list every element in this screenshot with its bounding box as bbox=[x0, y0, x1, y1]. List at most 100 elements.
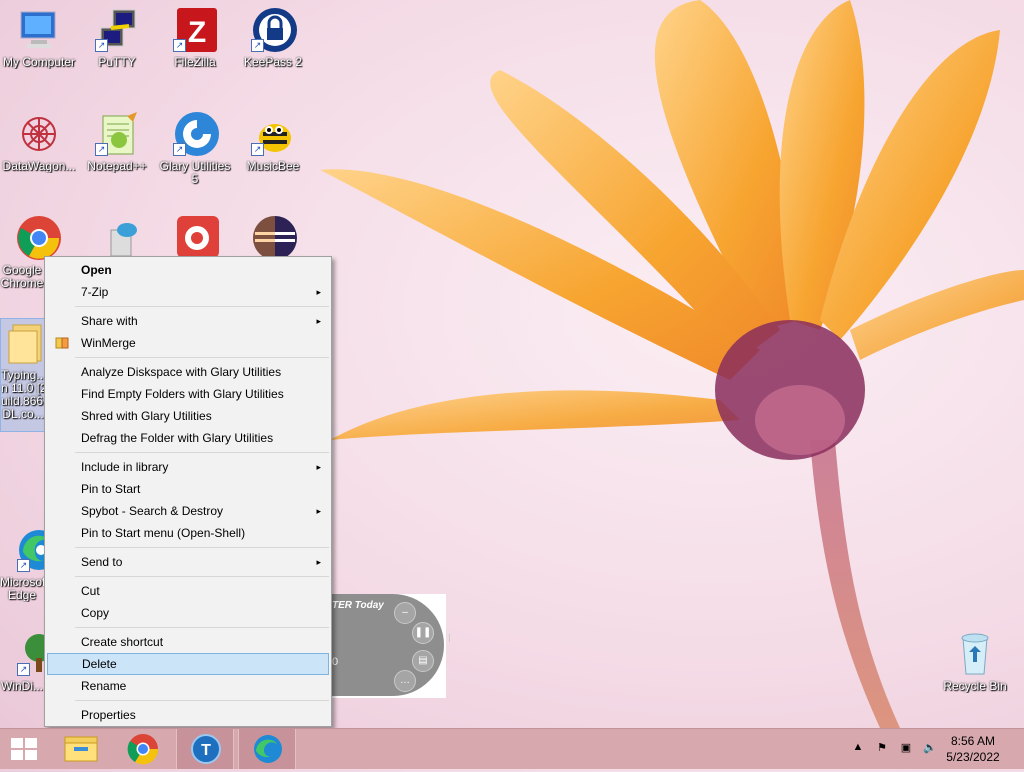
menu-item-create-shortcut[interactable]: Create shortcut bbox=[47, 631, 329, 653]
submenu-arrow-icon: ▸ bbox=[316, 287, 321, 297]
desktop-icon-my-computer[interactable]: My Computer bbox=[0, 6, 78, 69]
submenu-arrow-icon: ▸ bbox=[316, 316, 321, 326]
volume-muted-icon[interactable]: 🔈 bbox=[922, 741, 938, 757]
taskbar-file-explorer[interactable] bbox=[52, 729, 110, 769]
taskbar-clock[interactable]: 8:56 AM 5/23/2022 bbox=[938, 733, 1008, 765]
menu-item-label: Pin to Start bbox=[81, 482, 141, 496]
desktop-icon-filezilla[interactable]: Z ↗ FileZilla bbox=[156, 6, 234, 69]
menu-item-label: Cut bbox=[81, 584, 100, 598]
menu-separator bbox=[75, 547, 329, 548]
pause-icon[interactable]: ❚❚ bbox=[412, 622, 434, 644]
recycle-bin-icon bbox=[951, 630, 999, 678]
menu-item-shred[interactable]: Shred with Glary Utilities bbox=[47, 405, 329, 427]
desktop-icon-label: DataWagon... bbox=[2, 160, 76, 173]
filezilla-icon: Z ↗ bbox=[171, 6, 219, 54]
desktop-icon-musicbee[interactable]: ↗ MusicBee bbox=[234, 110, 312, 173]
menu-item-pin-to-start[interactable]: Pin to Start bbox=[47, 478, 329, 500]
menu-item-pin-to-start-open-shell[interactable]: Pin to Start menu (Open-Shell) bbox=[47, 522, 329, 544]
start-button[interactable] bbox=[0, 729, 48, 769]
menu-item-winmerge[interactable]: WinMerge bbox=[47, 332, 329, 354]
gadget-handle[interactable] bbox=[446, 634, 450, 642]
menu-item-cut[interactable]: Cut bbox=[47, 580, 329, 602]
submenu-arrow-icon: ▸ bbox=[316, 557, 321, 567]
menu-separator bbox=[75, 452, 329, 453]
menu-item-open[interactable]: Open bbox=[47, 259, 329, 281]
menu-item-properties[interactable]: Properties bbox=[47, 704, 329, 726]
menu-separator bbox=[75, 576, 329, 577]
network-icon[interactable]: ▣ bbox=[898, 741, 914, 757]
menu-item-label: Create shortcut bbox=[81, 635, 164, 649]
chrome-icon bbox=[15, 214, 63, 262]
menu-item-label: Pin to Start menu (Open-Shell) bbox=[81, 526, 246, 540]
menu-item-label: Rename bbox=[81, 679, 127, 693]
taskbar-edge[interactable] bbox=[238, 729, 296, 769]
desktop-icon-label: PuTTY bbox=[98, 56, 136, 69]
show-hidden-icons-chevron-icon[interactable]: ▲ bbox=[850, 741, 866, 757]
action-center-flag-icon[interactable]: ⚑ bbox=[874, 741, 890, 757]
more-options-icon[interactable]: … bbox=[394, 670, 416, 692]
computer-icon bbox=[15, 6, 63, 54]
satellite-app-icon bbox=[93, 214, 141, 262]
desktop-icon-label: Microsoft Edge bbox=[0, 576, 44, 602]
desktop-icon-unknown-1[interactable] bbox=[78, 214, 156, 262]
menu-item-include-in-library[interactable]: Include in library ▸ bbox=[47, 456, 329, 478]
menu-item-analyze-diskspace[interactable]: Analyze Diskspace with Glary Utilities bbox=[47, 361, 329, 383]
gadget-title: TER Today bbox=[332, 600, 384, 611]
menu-item-label: Shred with Glary Utilities bbox=[81, 409, 212, 423]
menu-item-label: WinMerge bbox=[81, 336, 136, 350]
menu-item-label: Share with bbox=[81, 314, 138, 328]
desktop-icon-glary-utilities[interactable]: ↗ Glary Utilities 5 bbox=[156, 110, 234, 186]
desktop-icon-eclipse[interactable] bbox=[234, 214, 312, 262]
menu-item-share-with[interactable]: Share with ▸ bbox=[47, 310, 329, 332]
menu-item-find-empty-folders[interactable]: Find Empty Folders with Glary Utilities bbox=[47, 383, 329, 405]
minimize-icon[interactable]: – bbox=[394, 602, 416, 624]
keepass-icon: ↗ bbox=[249, 6, 297, 54]
submenu-arrow-icon: ▸ bbox=[316, 506, 321, 516]
menu-item-send-to[interactable]: Send to ▸ bbox=[47, 551, 329, 573]
menu-item-7zip[interactable]: 7-Zip ▸ bbox=[47, 281, 329, 303]
menu-item-defrag-folder[interactable]: Defrag the Folder with Glary Utilities bbox=[47, 427, 329, 449]
windows-logo-icon bbox=[11, 738, 37, 760]
desktop-icon-putty[interactable]: ↗ PuTTY bbox=[78, 6, 156, 69]
desktop-icon-recycle-bin[interactable]: Recycle Bin bbox=[936, 630, 1014, 693]
menu-item-label: Analyze Diskspace with Glary Utilities bbox=[81, 365, 282, 379]
desktop-icon-notepadpp[interactable]: ↗ Notepad++ bbox=[78, 110, 156, 173]
taskbar-chrome[interactable] bbox=[114, 729, 172, 769]
desktop-icon-label: Notepad++ bbox=[87, 160, 147, 173]
menu-item-copy[interactable]: Copy bbox=[47, 602, 329, 624]
svg-text:T: T bbox=[201, 742, 211, 759]
shortcut-arrow-icon: ↗ bbox=[95, 39, 108, 52]
taskbar-typing-master[interactable]: T bbox=[176, 729, 234, 769]
desktop-icon-keepass[interactable]: ↗ KeePass 2 bbox=[234, 6, 312, 69]
taskbar: T ▲ ⚑ ▣ 🔈 8:56 AM 5/23/2022 bbox=[0, 728, 1024, 769]
shortcut-arrow-icon: ↗ bbox=[173, 39, 186, 52]
menu-item-label: 7-Zip bbox=[81, 285, 109, 299]
stats-chart-icon[interactable]: ▤ bbox=[412, 650, 434, 672]
desktop-icon-unknown-2[interactable] bbox=[156, 214, 234, 262]
shortcut-arrow-icon: ↗ bbox=[251, 143, 264, 156]
desktop-icon-typing-master-file[interactable]: Typing... n 11.0 [2... uild.866... DL.co… bbox=[0, 318, 46, 432]
context-menu: Open 7-Zip ▸ Share with ▸ WinMerge Analyze… bbox=[44, 256, 332, 727]
clock-time: 8:56 AM bbox=[950, 734, 996, 748]
desktop-icon-datawagon[interactable]: DataWagon... bbox=[0, 110, 78, 173]
menu-item-label: Properties bbox=[81, 708, 136, 722]
svg-text:Z: Z bbox=[188, 16, 206, 49]
desktop-icon-label: FileZilla bbox=[174, 56, 216, 69]
desktop-icon-label: KeePass 2 bbox=[243, 56, 303, 69]
menu-item-rename[interactable]: Rename bbox=[47, 675, 329, 697]
menu-item-label: Copy bbox=[81, 606, 110, 620]
menu-item-spybot[interactable]: Spybot - Search & Destroy ▸ bbox=[47, 500, 329, 522]
menu-item-label: Delete bbox=[82, 657, 117, 671]
menu-item-delete[interactable]: Delete bbox=[47, 653, 329, 675]
musicbee-icon: ↗ bbox=[249, 110, 297, 158]
shortcut-arrow-icon: ↗ bbox=[173, 143, 186, 156]
desktop-icon-label: Glary Utilities 5 bbox=[159, 160, 231, 186]
shortcut-arrow-icon: ↗ bbox=[17, 663, 30, 676]
typing-master-gadget[interactable]: TER Today 0 – ❚❚ ▤ … bbox=[332, 594, 450, 698]
menu-separator bbox=[75, 357, 329, 358]
clock-date: 5/23/2022 bbox=[946, 750, 1000, 764]
datawagon-icon bbox=[15, 110, 63, 158]
desktop-icon-label: WinDi... bbox=[1, 680, 43, 693]
gadget-value: 0 bbox=[332, 656, 339, 668]
shortcut-arrow-icon: ↗ bbox=[95, 143, 108, 156]
